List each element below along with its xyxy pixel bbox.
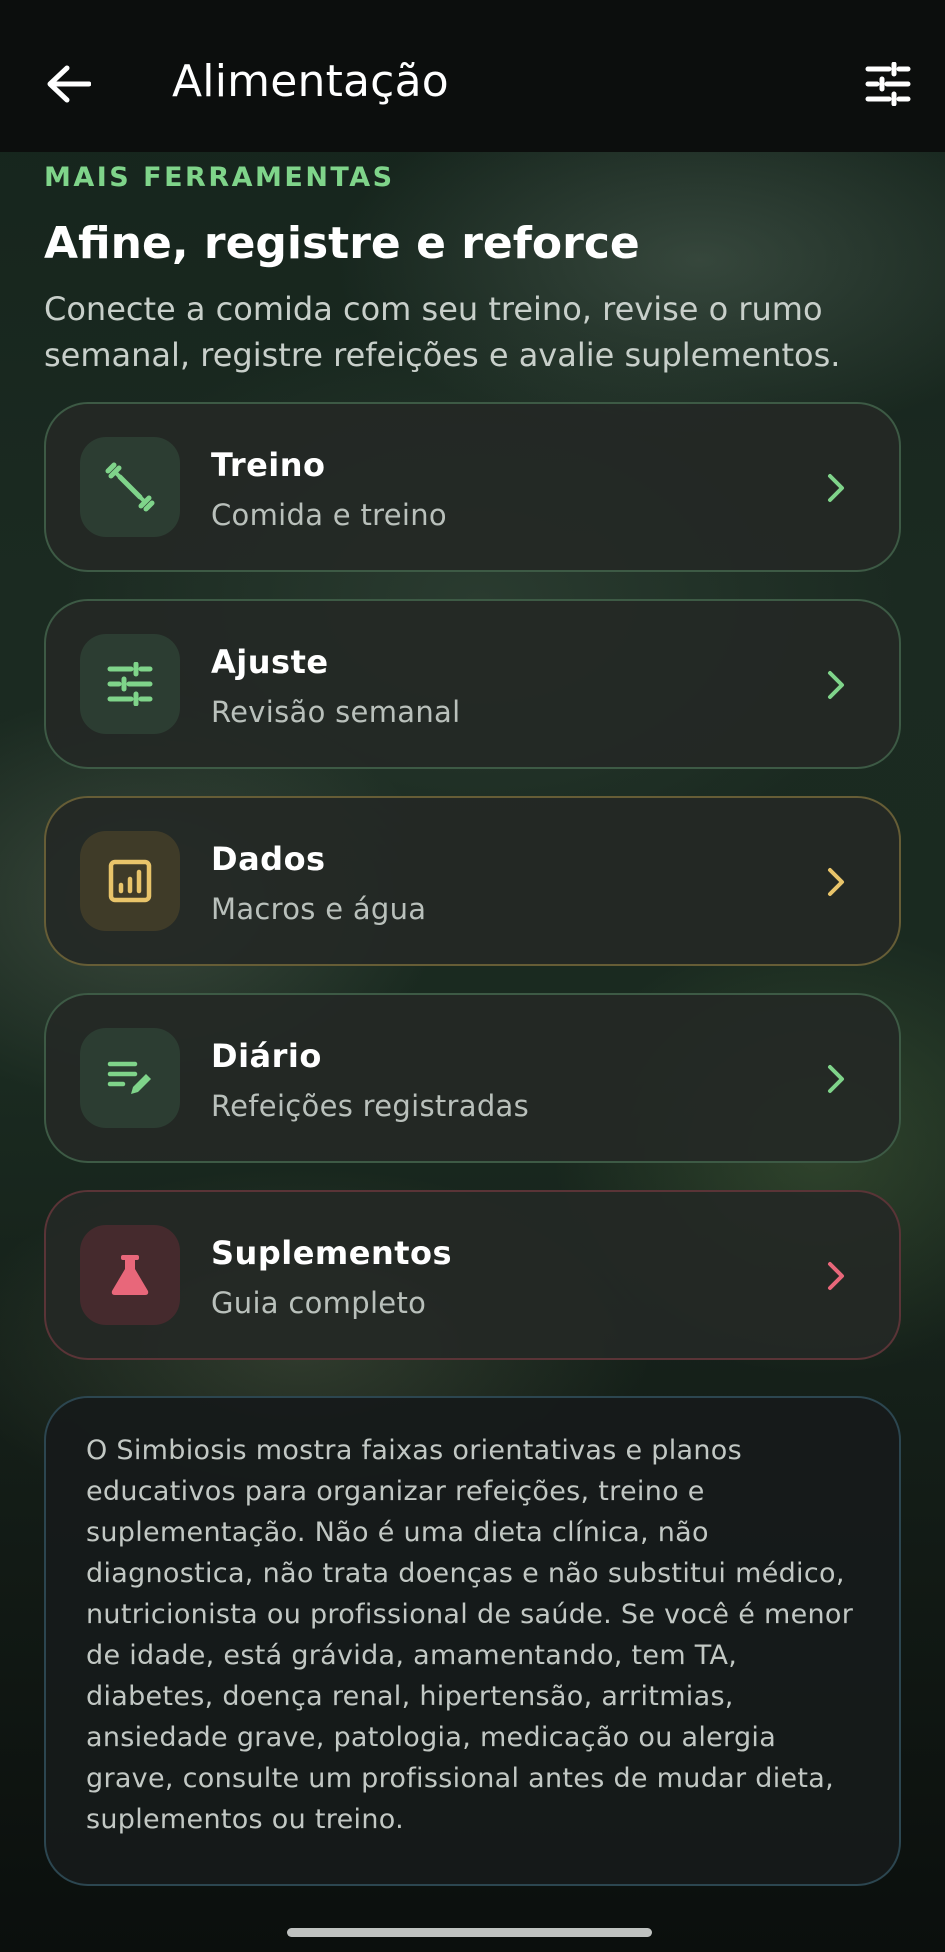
card-icon-box [80, 1225, 180, 1325]
page-title: Alimentação [172, 56, 449, 107]
card-title: Suplementos [211, 1234, 453, 1272]
chevron-right-icon [821, 1061, 851, 1097]
dumbbell-icon [105, 462, 155, 512]
chevron-right-icon [821, 667, 851, 703]
card-subtitle: Macros e água [211, 892, 427, 926]
card-subtitle: Revisão semanal [211, 695, 461, 729]
card-title: Dados [211, 840, 326, 878]
edit-list-icon [107, 1061, 151, 1094]
tool-card-ajuste[interactable]: Ajuste Revisão semanal [44, 599, 901, 769]
card-icon-box [80, 1028, 180, 1128]
section-subtitle: Conecte a comida com seu treino, revise … [44, 290, 841, 374]
filter-button[interactable] [858, 54, 918, 114]
section-headline: Afine, registre e reforce [44, 218, 640, 269]
card-subtitle: Refeições registradas [211, 1089, 530, 1123]
card-subtitle: Guia completo [211, 1286, 427, 1320]
chevron-right-icon [821, 1258, 851, 1294]
tool-card-dados[interactable]: Dados Macros e água [44, 796, 901, 966]
flask-icon [111, 1255, 149, 1295]
chevron-right-icon [821, 470, 851, 506]
sliders-icon [865, 62, 911, 106]
tool-card-suplementos[interactable]: Suplementos Guia completo [44, 1190, 901, 1360]
top-app-bar: Alimentação [0, 0, 945, 152]
card-title: Ajuste [211, 643, 329, 681]
section-eyebrow: MAIS FERRAMENTAS [44, 162, 395, 193]
tune-icon [107, 662, 153, 706]
chevron-right-icon [821, 864, 851, 900]
arrow-left-icon [47, 65, 91, 103]
tool-card-diario[interactable]: Diário Refeições registradas [44, 993, 901, 1163]
card-icon-box [80, 634, 180, 734]
home-indicator[interactable] [287, 1928, 652, 1937]
bar-chart-icon [108, 859, 152, 903]
card-title: Diário [211, 1037, 322, 1075]
card-icon-box [80, 437, 180, 537]
card-subtitle: Comida e treino [211, 498, 447, 532]
card-icon-box [80, 831, 180, 931]
disclaimer-notice: O Simbiosis mostra faixas orientativas e… [44, 1396, 901, 1886]
back-button[interactable] [36, 52, 100, 116]
card-title: Treino [211, 446, 326, 484]
tool-card-treino[interactable]: Treino Comida e treino [44, 402, 901, 572]
